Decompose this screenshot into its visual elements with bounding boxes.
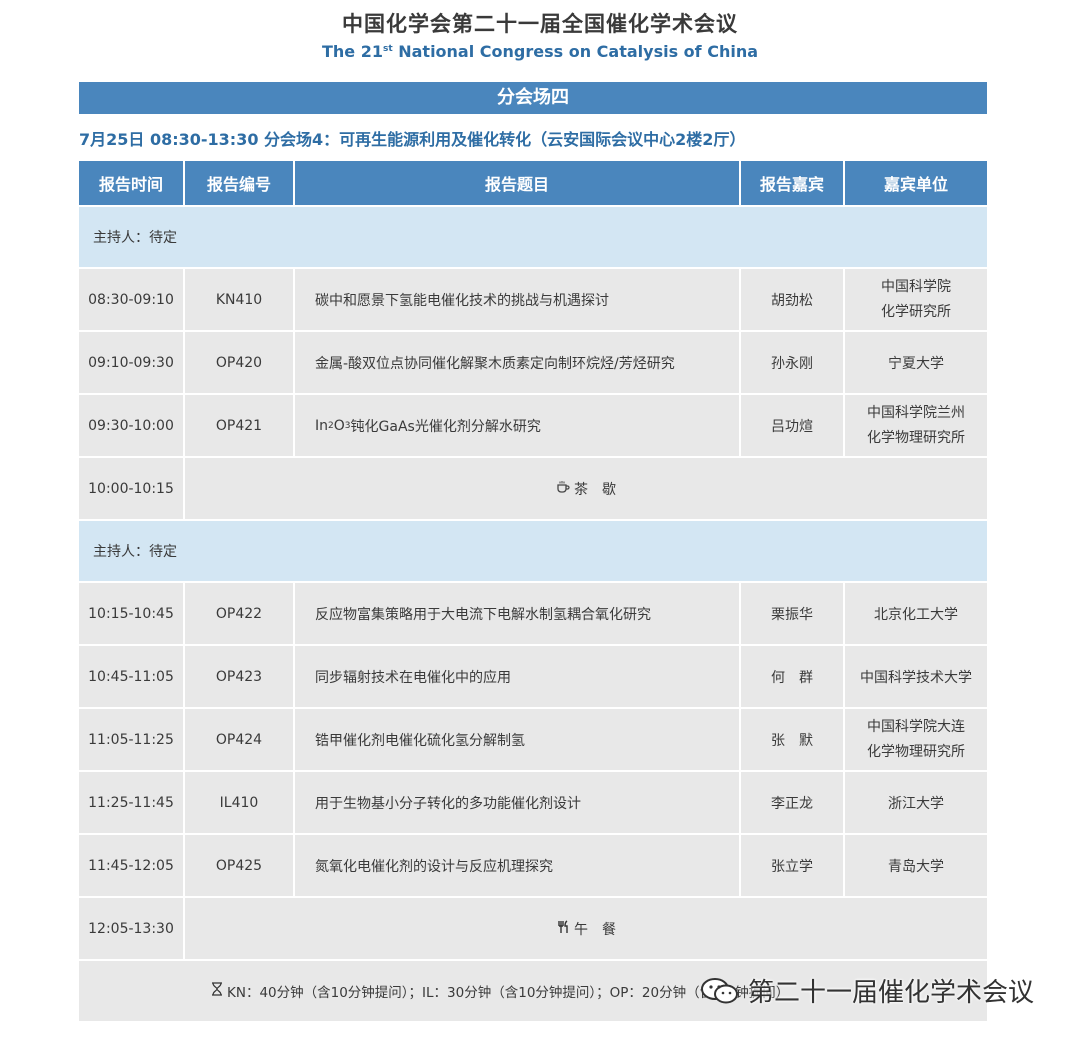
org-line-2: 化学物理研究所 (867, 429, 965, 446)
cell-time: 08:30-09:10 (79, 269, 185, 330)
fork-knife-icon (556, 919, 570, 938)
cell-title: 同步辐射技术在电催化中的应用 (295, 646, 741, 707)
lunch-label-cell: 午 餐 (185, 898, 987, 959)
cell-code: OP421 (185, 395, 295, 456)
cell-code: OP423 (185, 646, 295, 707)
cell-code: OP420 (185, 332, 295, 393)
org-line-2: 化学研究所 (881, 303, 951, 320)
cell-title: 氮氧化电催化剂的设计与反应机理探究 (295, 835, 741, 896)
cell-title: 金属-酸双位点协同催化解聚木质素定向制环烷烃/芳烃研究 (295, 332, 741, 393)
cell-time: 10:00-10:15 (79, 458, 185, 519)
cell-time: 10:15-10:45 (79, 583, 185, 644)
title-part-a: In (315, 417, 329, 434)
table-row: 11:45-12:05 OP425 氮氧化电催化剂的设计与反应机理探究 张立学 … (79, 835, 987, 898)
cell-speaker: 李正龙 (741, 772, 845, 833)
cell-speaker: 栗振华 (741, 583, 845, 644)
cell-org: 青岛大学 (888, 858, 944, 875)
col-header-speaker: 报告嘉宾 (741, 161, 845, 205)
table-row: 11:25-11:45 IL410 用于生物基小分子转化的多功能催化剂设计 李正… (79, 772, 987, 835)
table-row: 10:15-10:45 OP422 反应物富集策略用于大电流下电解水制氢耦合氧化… (79, 583, 987, 646)
cell-title: In 2 O 3 钝化GaAs光催化剂分解水研究 (295, 395, 741, 456)
cell-code: IL410 (185, 772, 295, 833)
cell-speaker: 胡劲松 (741, 269, 845, 330)
org-line-2: 化学物理研究所 (867, 743, 965, 760)
cell-title: 反应物富集策略用于大电流下电解水制氢耦合氧化研究 (295, 583, 741, 644)
cell-time: 11:45-12:05 (79, 835, 185, 896)
subtitle-ordinal: st (382, 44, 393, 54)
hourglass-icon (211, 982, 223, 1000)
wechat-watermark: 第二十一届催化学术会议 (700, 972, 1034, 1009)
lunch-label: 午 餐 (574, 921, 616, 938)
schedule-table: 报告时间 报告编号 报告题目 报告嘉宾 嘉宾单位 主持人：待定 08:30-09… (79, 161, 987, 1021)
table-header-row: 报告时间 报告编号 报告题目 报告嘉宾 嘉宾单位 (79, 161, 987, 207)
cell-org: 中国科学院兰州 化学物理研究所 (845, 395, 987, 456)
table-row: 10:45-11:05 OP423 同步辐射技术在电催化中的应用 何 群 中国科… (79, 646, 987, 709)
break-label: 茶 歇 (574, 481, 616, 498)
col-header-code: 报告编号 (185, 161, 295, 205)
cell-code: KN410 (185, 269, 295, 330)
cell-org: 中国科学院化学研究所 (845, 269, 987, 330)
org-line-1: 中国科学院兰州 (867, 404, 965, 421)
lunch-row: 12:05-13:30 午 餐 (79, 898, 987, 961)
page-header: 中国化学会第二十一届全国催化学术会议 The 21st National Con… (0, 8, 1080, 61)
host-row: 主持人：待定 (79, 521, 987, 583)
title-part-b: O (333, 417, 345, 434)
cell-title: 锆甲催化剂电催化硫化氢分解制氢 (295, 709, 741, 770)
watermark-text: 第二十一届催化学术会议 (748, 978, 1035, 1008)
cell-title: 用于生物基小分子转化的多功能催化剂设计 (295, 772, 741, 833)
cell-org: 浙江大学 (888, 795, 944, 812)
cell-speaker: 张 默 (741, 709, 845, 770)
cell-code: OP425 (185, 835, 295, 896)
page-title: 中国化学会第二十一届全国催化学术会议 (342, 12, 738, 36)
table-row: 08:30-09:10 KN410 碳中和愿景下氢能电催化技术的挑战与机遇探讨 … (79, 269, 987, 332)
cell-speaker: 孙永刚 (741, 332, 845, 393)
session-info: 7月25日 08:30-13:30 分会场4：可再生能源利用及催化转化（云安国际… (79, 130, 746, 149)
table-row: 09:30-10:00 OP421 In 2 O 3 钝化GaAs光催化剂分解水研究 吕… (79, 395, 987, 458)
cell-time: 11:05-11:25 (79, 709, 185, 770)
cell-speaker: 张立学 (741, 835, 845, 896)
subtitle-prefix: The 21 (321, 42, 383, 61)
cell-org: 宁夏大学 (888, 355, 944, 372)
break-label-cell: 茶 歇 (185, 458, 987, 519)
table-row: 11:05-11:25 OP424 锆甲催化剂电催化硫化氢分解制氢 张 默 中国… (79, 709, 987, 772)
cell-title: 碳中和愿景下氢能电催化技术的挑战与机遇探讨 (295, 269, 741, 330)
org-line-1: 中国科学院 (881, 278, 951, 295)
cell-org: 中国科学技术大学 (860, 669, 972, 686)
cell-code: OP422 (185, 583, 295, 644)
wechat-icon (700, 977, 740, 1005)
cell-time: 12:05-13:30 (79, 898, 185, 959)
cell-speaker: 何 群 (741, 646, 845, 707)
col-header-org: 嘉宾单位 (883, 175, 948, 194)
cell-code: OP424 (185, 709, 295, 770)
cell-time: 09:10-09:30 (79, 332, 185, 393)
col-header-title: 报告题目 (295, 161, 741, 205)
section-banner: 分会场四 (79, 82, 987, 114)
col-header-time: 报告时间 (79, 161, 185, 205)
break-row: 10:00-10:15 茶 歇 (79, 458, 987, 521)
cell-time: 10:45-11:05 (79, 646, 185, 707)
cell-org: 北京化工大学 (874, 606, 958, 623)
host-row: 主持人：待定 (79, 207, 987, 269)
page-subtitle: The 21st National Congress on Catalysis … (0, 42, 1080, 61)
cell-speaker: 吕功煊 (741, 395, 845, 456)
subtitle-suffix: National Congress on Catalysis of China (392, 42, 758, 61)
title-part-c: 钝化GaAs光催化剂分解水研究 (350, 418, 541, 435)
org-line-1: 中国科学院大连 (867, 718, 965, 735)
coffee-icon (556, 480, 570, 498)
cell-time: 11:25-11:45 (79, 772, 185, 833)
cell-org: 中国科学院大连 化学物理研究所 (845, 709, 987, 770)
cell-time: 09:30-10:00 (79, 395, 185, 456)
table-row: 09:10-09:30 OP420 金属-酸双位点协同催化解聚木质素定向制环烷烃… (79, 332, 987, 395)
